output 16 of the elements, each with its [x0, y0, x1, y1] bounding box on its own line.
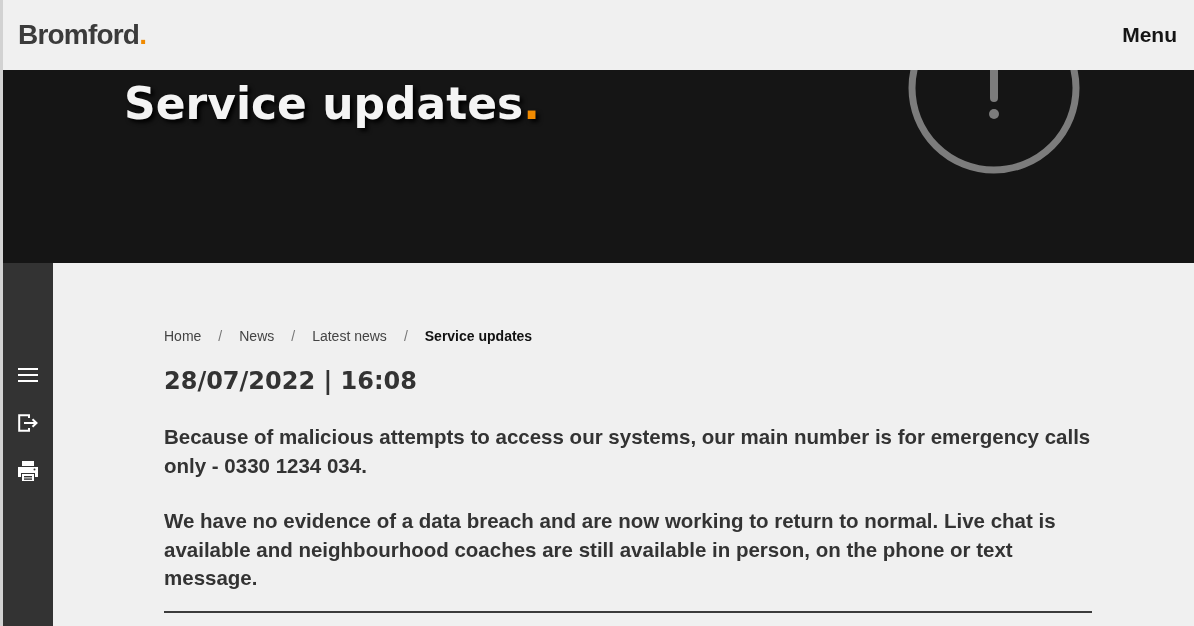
printer-icon: [17, 460, 39, 482]
site-logo[interactable]: Bromford.: [18, 18, 147, 52]
article-paragraph: We have no evidence of a data breach and are now working to return to normal. Live chat is available and neighbourhood coaches are still available in person, on the phone or text message.: [164, 508, 1057, 591]
breadcrumb-link[interactable]: Latest news: [312, 326, 387, 346]
menu-link[interactable]: Menu: [1122, 22, 1177, 48]
breadcrumb-link[interactable]: Home: [164, 326, 202, 346]
page-title: Service updates.: [124, 79, 541, 130]
breadcrumb-separator: /: [291, 327, 296, 346]
breadcrumb-link[interactable]: News: [239, 326, 275, 346]
breadcrumb-separator: /: [403, 327, 408, 346]
breadcrumb-current: Service updates: [424, 327, 533, 346]
post-date: 28/07/2022 | 16:08: [164, 366, 418, 397]
breadcrumb-separator: /: [218, 327, 223, 346]
menu-icon: [18, 367, 38, 383]
box-arrow-right-icon: [17, 414, 39, 432]
article-paragraph: Because of malicious attempts to access our systems, our main number is for emergency calls only - 0330 1234 034.: [164, 424, 1092, 479]
